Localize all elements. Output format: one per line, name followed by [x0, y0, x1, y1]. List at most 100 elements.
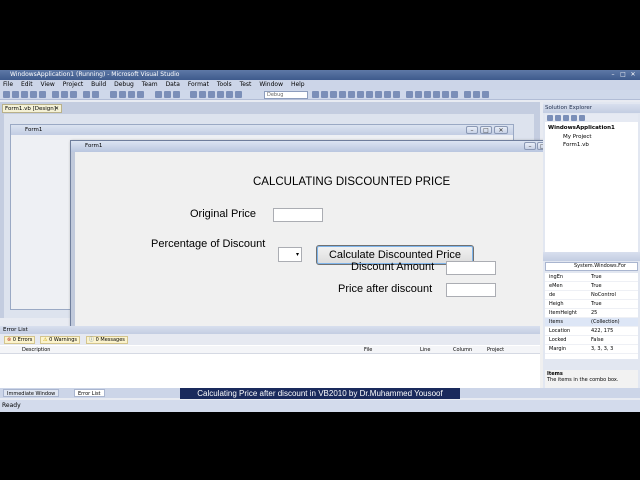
properties-icon[interactable]: [547, 115, 553, 121]
vs-close-icon[interactable]: ✕: [628, 71, 638, 79]
align-right-icon[interactable]: [208, 91, 215, 98]
step-over-icon[interactable]: [164, 91, 171, 98]
format-icon-7[interactable]: [366, 91, 373, 98]
tab-error-list[interactable]: Error List: [74, 389, 105, 397]
new-project-icon[interactable]: [3, 91, 10, 98]
tree-item-project[interactable]: WindowsApplication1: [548, 125, 615, 131]
prop-value[interactable]: True: [591, 301, 602, 307]
menu-help[interactable]: Help: [288, 80, 308, 90]
format-icon-8[interactable]: [375, 91, 382, 98]
prop-value[interactable]: False: [591, 337, 604, 343]
layout-icon-5[interactable]: [442, 91, 449, 98]
prop-value[interactable]: NoControl: [591, 292, 616, 298]
minimize-icon[interactable]: –: [524, 142, 536, 150]
menu-team[interactable]: Team: [139, 80, 161, 90]
menu-tools[interactable]: Tools: [214, 80, 235, 90]
restart-icon[interactable]: [137, 91, 144, 98]
menu-view[interactable]: View: [38, 80, 58, 90]
open-icon[interactable]: [21, 91, 28, 98]
save-all-icon[interactable]: [39, 91, 46, 98]
menu-data[interactable]: Data: [163, 80, 183, 90]
format-icon-3[interactable]: [330, 91, 337, 98]
show-all-files-icon[interactable]: [555, 115, 561, 121]
vs-title: WindowsApplication1 (Running) - Microsof…: [10, 71, 180, 78]
layout-icon-6[interactable]: [451, 91, 458, 98]
layout-icon-2[interactable]: [415, 91, 422, 98]
format-icon-2[interactable]: [321, 91, 328, 98]
col-project[interactable]: Project: [487, 346, 504, 354]
refresh-icon[interactable]: [563, 115, 569, 121]
view-code-icon[interactable]: [571, 115, 577, 121]
menu-build[interactable]: Build: [88, 80, 109, 90]
menu-edit[interactable]: Edit: [18, 80, 36, 90]
save-icon[interactable]: [30, 91, 37, 98]
price-after-output[interactable]: [446, 283, 496, 297]
prop-value[interactable]: True: [591, 274, 602, 280]
col-line[interactable]: Line: [420, 346, 430, 354]
layout-icon-1[interactable]: [406, 91, 413, 98]
tree-item-my-project[interactable]: My Project: [563, 134, 592, 140]
align-bottom-icon[interactable]: [235, 91, 242, 98]
copy-icon[interactable]: [61, 91, 68, 98]
menu-window[interactable]: Window: [256, 80, 286, 90]
prop-value[interactable]: 25: [591, 310, 597, 316]
discount-amount-output[interactable]: [446, 261, 496, 275]
format-icon-5[interactable]: [348, 91, 355, 98]
solution-config-select[interactable]: Debug: [264, 91, 308, 99]
prop-key: ItemHeight: [549, 310, 577, 316]
continue-icon[interactable]: [110, 91, 117, 98]
add-item-icon[interactable]: [12, 91, 19, 98]
align-top-icon[interactable]: [217, 91, 224, 98]
percentage-combo[interactable]: ▾: [278, 247, 302, 262]
break-all-icon[interactable]: [119, 91, 126, 98]
prop-value[interactable]: 3, 3, 3, 3: [591, 346, 613, 352]
tab-immediate-window[interactable]: Immediate Window: [3, 389, 60, 397]
layout-icon-3[interactable]: [424, 91, 431, 98]
tab-form1-design[interactable]: Form1.vb [Design] ✕: [2, 104, 62, 113]
chevron-down-icon[interactable]: ▾: [296, 251, 299, 258]
format-icon-1[interactable]: [312, 91, 319, 98]
menu-file[interactable]: File: [0, 80, 16, 90]
menu-format[interactable]: Format: [185, 80, 212, 90]
menu-debug[interactable]: Debug: [111, 80, 137, 90]
layout-icon-4[interactable]: [433, 91, 440, 98]
errors-filter-button[interactable]: ⊗ 0 Errors: [4, 336, 36, 344]
prop-value[interactable]: 422, 175: [591, 328, 613, 334]
order-icon-1[interactable]: [464, 91, 471, 98]
menu-project[interactable]: Project: [60, 80, 87, 90]
redo-icon[interactable]: [92, 91, 99, 98]
vs-minimize-icon[interactable]: –: [608, 71, 618, 79]
align-center-icon[interactable]: [199, 91, 206, 98]
messages-filter-button[interactable]: ⓘ 0 Messages: [86, 336, 128, 344]
format-icon-4[interactable]: [339, 91, 346, 98]
menu-test[interactable]: Test: [237, 80, 255, 90]
undo-icon[interactable]: [83, 91, 90, 98]
prop-value[interactable]: True: [591, 283, 602, 289]
properties-object-select[interactable]: System.Windows.For: [545, 262, 638, 271]
format-icon-10[interactable]: [393, 91, 400, 98]
stop-icon[interactable]: [128, 91, 135, 98]
tree-item-form1[interactable]: Form1.vb: [563, 142, 589, 148]
prop-value[interactable]: (Collection): [591, 319, 620, 325]
cut-icon[interactable]: [52, 91, 59, 98]
format-icon-9[interactable]: [384, 91, 391, 98]
step-out-icon[interactable]: [173, 91, 180, 98]
error-icon: ⊗: [7, 337, 12, 343]
vs-maximize-icon[interactable]: □: [618, 71, 628, 79]
order-icon-3[interactable]: [482, 91, 489, 98]
col-file[interactable]: File: [364, 346, 372, 354]
warnings-filter-button[interactable]: ⚠ 0 Warnings: [40, 336, 81, 344]
col-column[interactable]: Column: [453, 346, 472, 354]
order-icon-2[interactable]: [473, 91, 480, 98]
close-tab-icon[interactable]: ✕: [54, 105, 59, 113]
original-price-input[interactable]: [273, 208, 323, 222]
step-into-icon[interactable]: [155, 91, 162, 98]
col-description[interactable]: Description: [22, 346, 50, 354]
view-designer-icon[interactable]: [579, 115, 585, 121]
format-icon-6[interactable]: [357, 91, 364, 98]
running-form-caption: Form1 – □ ✕: [71, 141, 572, 152]
align-middle-icon[interactable]: [226, 91, 233, 98]
menu-bar: File Edit View Project Build Debug Team …: [0, 80, 640, 90]
align-left-icon[interactable]: [190, 91, 197, 98]
paste-icon[interactable]: [70, 91, 77, 98]
